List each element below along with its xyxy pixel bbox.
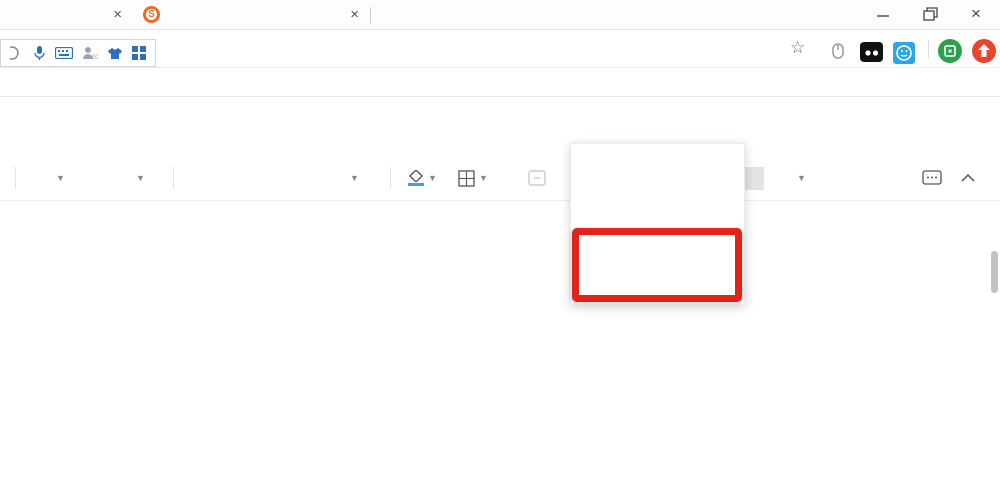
- tab-separator: [370, 7, 371, 23]
- annotation-red-box: [572, 228, 742, 302]
- divider: [390, 167, 391, 189]
- paint-bucket-icon: [409, 170, 423, 182]
- address-bar: 00 ☆: [0, 30, 1000, 68]
- collapse-toolbar-button[interactable]: [960, 155, 976, 201]
- merge-cells-icon: [528, 170, 546, 186]
- comment-button[interactable]: [922, 155, 942, 201]
- borders-grid-icon: [458, 169, 475, 187]
- divider: [928, 40, 929, 58]
- minimize-button[interactable]: [868, 6, 898, 24]
- close-tab-icon[interactable]: ×: [113, 6, 122, 23]
- chevron-down-icon: ▼: [136, 173, 145, 183]
- extension-face-icon[interactable]: [893, 42, 915, 64]
- chevron-down-icon: ▼: [56, 173, 65, 183]
- borders-button[interactable]: ▼: [458, 155, 488, 201]
- format-toolbar: ▼ ▼ ▼ ▼ ▼ ▼: [0, 155, 1000, 201]
- chevron-down-icon: ▼: [797, 173, 806, 183]
- circle-icon: [9, 46, 19, 60]
- comment-icon: [922, 169, 942, 185]
- grid-icon[interactable]: [132, 46, 147, 60]
- close-window-button[interactable]: ×: [961, 4, 991, 23]
- mouse-gesture-icon[interactable]: [830, 42, 846, 60]
- font-name-select[interactable]: ▼: [52, 155, 65, 201]
- sogou-icon: S: [143, 6, 160, 23]
- fill-color-button[interactable]: ▼: [408, 155, 437, 201]
- qr-login-icon[interactable]: [938, 39, 962, 63]
- restore-button[interactable]: [915, 6, 945, 24]
- divider: [173, 167, 174, 189]
- input-method-toolbar[interactable]: 00: [0, 39, 156, 67]
- vertical-scrollbar[interactable]: [991, 251, 998, 293]
- bookmark-star-icon[interactable]: ☆: [790, 38, 805, 58]
- upgrade-arrow-icon[interactable]: [972, 39, 996, 63]
- browser-tab-bar: × S × ×: [0, 0, 1000, 30]
- close-tab-icon[interactable]: ×: [350, 6, 359, 23]
- merge-cells-button[interactable]: [528, 155, 546, 201]
- browser-tab-1[interactable]: ×: [0, 0, 130, 29]
- app-header: [0, 97, 1000, 241]
- browser-tab-2[interactable]: S ×: [135, 0, 367, 29]
- bookmarks-bar: [0, 68, 1000, 97]
- divider: [15, 167, 16, 189]
- filter-active-badge[interactable]: [742, 167, 764, 190]
- microphone-icon[interactable]: [33, 45, 46, 61]
- chevron-down-icon: ▼: [350, 173, 359, 183]
- more-tools-button[interactable]: ▼: [793, 155, 806, 201]
- font-size-select[interactable]: ▼: [132, 155, 145, 201]
- chevron-down-icon: ▼: [479, 173, 488, 183]
- font-color-button[interactable]: ▼: [346, 155, 359, 201]
- extension-panda-icon[interactable]: [860, 42, 883, 62]
- chevron-down-icon: ▼: [428, 173, 437, 183]
- person-icon[interactable]: 00: [82, 46, 98, 60]
- svg-text:00: 00: [92, 55, 98, 60]
- screen: × S × × 00 ☆ ▼ ▼ ▼ ▼ ▼ ▼: [0, 0, 1000, 497]
- keyboard-icon[interactable]: [54, 47, 73, 59]
- shirt-icon[interactable]: [107, 47, 123, 60]
- spreadsheet-grid: [0, 201, 1000, 497]
- chevron-up-icon: [961, 173, 975, 182]
- new-tab-button[interactable]: [383, 2, 409, 28]
